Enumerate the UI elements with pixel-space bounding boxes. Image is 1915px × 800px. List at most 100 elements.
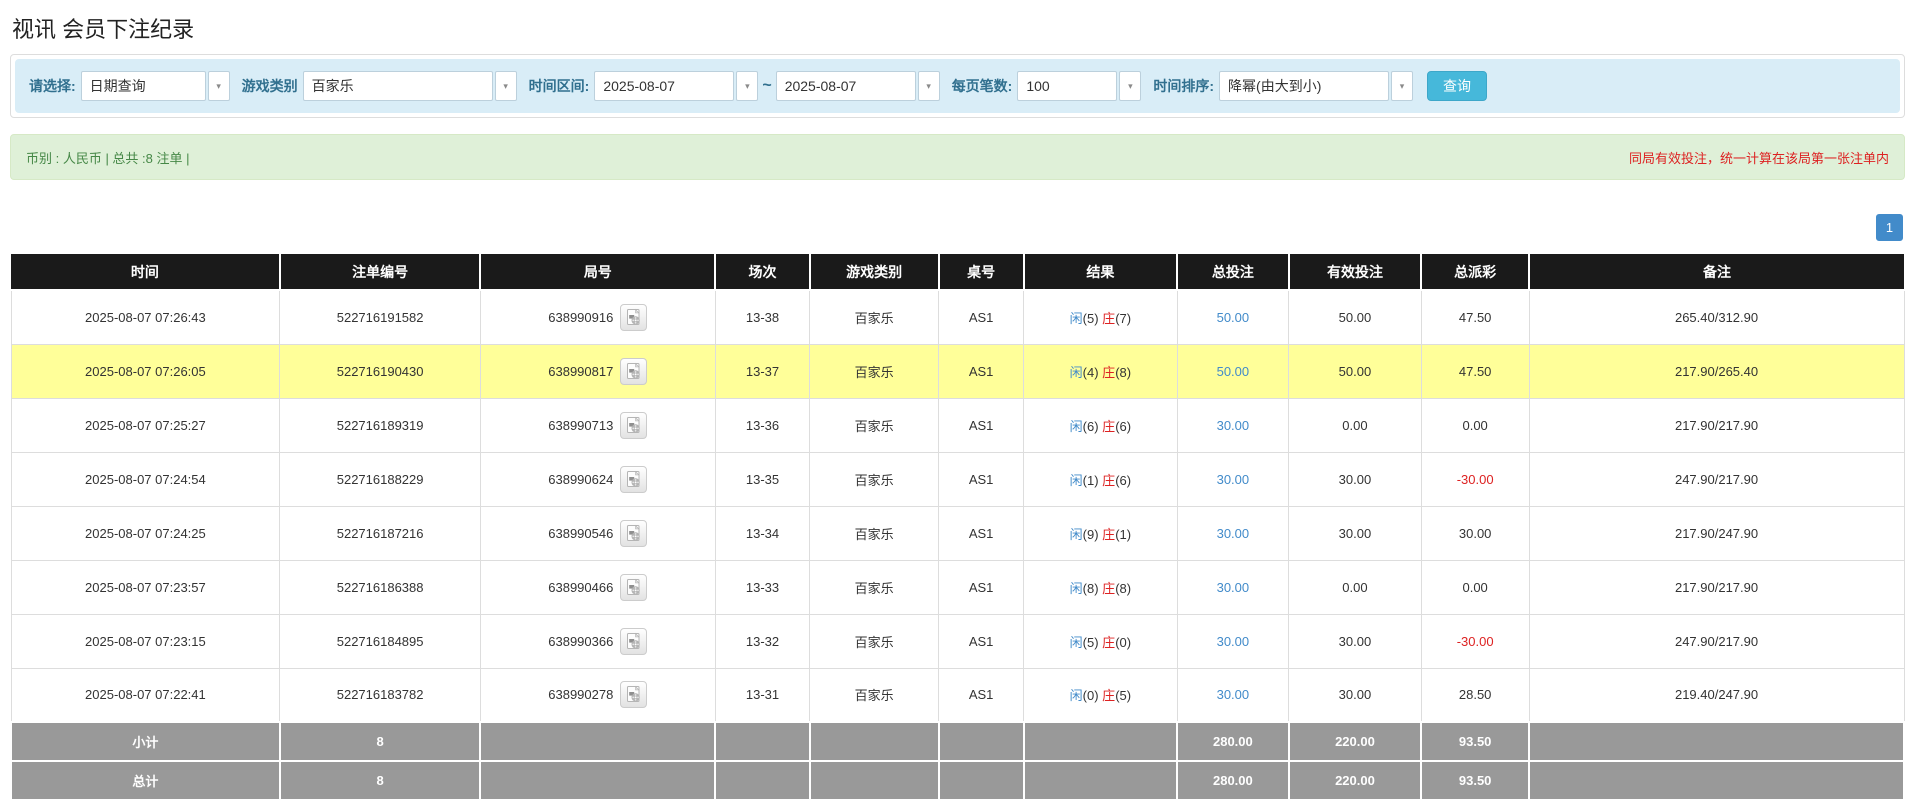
- table-no-cell: AS1: [939, 398, 1024, 452]
- round-cell: 638990546: [480, 506, 715, 560]
- pagination: 1: [10, 214, 1903, 241]
- search-button[interactable]: 查询: [1427, 71, 1487, 101]
- total-bet-link[interactable]: 50.00: [1217, 310, 1250, 325]
- column-header-game-type: 游戏类别: [810, 254, 939, 290]
- session-cell: 13-38: [715, 290, 810, 344]
- game-type-cell: 百家乐: [810, 506, 939, 560]
- chevron-down-icon[interactable]: ▾: [1119, 71, 1141, 101]
- date-from-combobox[interactable]: 2025-08-07 ▾: [594, 71, 758, 101]
- empty-cell: [1024, 761, 1177, 800]
- total-valid-bet: 220.00: [1289, 761, 1422, 800]
- page-size-combobox[interactable]: 100 ▾: [1017, 71, 1141, 101]
- round-cell: 638990466: [480, 560, 715, 614]
- column-header-payout: 总派彩: [1421, 254, 1529, 290]
- total-bet-link[interactable]: 30.00: [1217, 687, 1250, 702]
- chevron-down-icon[interactable]: ▾: [736, 71, 758, 101]
- total-bet-link[interactable]: 50.00: [1217, 364, 1250, 379]
- page-size-label: 每页笔数:: [952, 76, 1013, 96]
- total-label: 总计: [11, 761, 280, 800]
- result-banker-label: 庄: [1102, 473, 1115, 488]
- pagination-page-1[interactable]: 1: [1876, 214, 1903, 241]
- chevron-down-icon[interactable]: ▾: [495, 71, 517, 101]
- round-number: 638990624: [548, 472, 613, 487]
- time-sort-combobox[interactable]: 降幂(由大到小) ▾: [1219, 71, 1413, 101]
- game-type-label: 游戏类别: [242, 76, 298, 96]
- video-replay-icon[interactable]: [620, 574, 647, 601]
- chevron-down-icon[interactable]: ▾: [1391, 71, 1413, 101]
- total-bet-link[interactable]: 30.00: [1217, 580, 1250, 595]
- select-type-combobox[interactable]: 日期查询 ▾: [81, 71, 230, 101]
- session-cell: 13-32: [715, 614, 810, 668]
- video-replay-icon[interactable]: [620, 681, 647, 708]
- round-cell: 638990624: [480, 452, 715, 506]
- filter-bar: 请选择: 日期查询 ▾ 游戏类别 百家乐 ▾ 时间区间: 2025-08-07 …: [15, 59, 1900, 113]
- session-cell: 13-34: [715, 506, 810, 560]
- video-replay-icon[interactable]: [620, 520, 647, 547]
- page: 视讯 会员下注纪录 请选择: 日期查询 ▾ 游戏类别 百家乐 ▾ 时间区间: 2…: [0, 0, 1915, 800]
- game-type-combobox[interactable]: 百家乐 ▾: [303, 71, 517, 101]
- session-cell: 13-35: [715, 452, 810, 506]
- result-cell: 闲(0) 庄(5): [1024, 668, 1177, 722]
- table-no-cell: AS1: [939, 452, 1024, 506]
- round-wrap: 638990713: [548, 412, 647, 439]
- table-no-cell: AS1: [939, 560, 1024, 614]
- result-banker-score: (1): [1115, 527, 1131, 542]
- valid-bet-cell: 50.00: [1289, 290, 1422, 344]
- result-player-label: 闲: [1070, 688, 1083, 703]
- time-cell: 2025-08-07 07:24:25: [11, 506, 280, 560]
- empty-cell: [810, 761, 939, 800]
- subtotal-payout: 93.50: [1421, 722, 1529, 761]
- valid-bet-cell: 50.00: [1289, 344, 1422, 398]
- remark-cell: 217.90/265.40: [1529, 344, 1904, 398]
- table-row: 2025-08-07 07:24:25522716187216638990546…: [11, 506, 1904, 560]
- game-type-value[interactable]: 百家乐: [303, 71, 493, 101]
- chevron-down-icon[interactable]: ▾: [208, 71, 230, 101]
- total-bet-cell: 50.00: [1177, 290, 1289, 344]
- result-banker-score: (8): [1115, 365, 1131, 380]
- empty-cell: [1529, 722, 1904, 761]
- column-header-remark: 备注: [1529, 254, 1904, 290]
- result-banker-score: (5): [1115, 688, 1131, 703]
- round-cell: 638990366: [480, 614, 715, 668]
- time-cell: 2025-08-07 07:23:57: [11, 560, 280, 614]
- total-bet-link[interactable]: 30.00: [1217, 634, 1250, 649]
- date-from-value[interactable]: 2025-08-07: [594, 71, 734, 101]
- total-bet-link[interactable]: 30.00: [1217, 526, 1250, 541]
- round-cell: 638990713: [480, 398, 715, 452]
- table-no-cell: AS1: [939, 668, 1024, 722]
- subtotal-valid-bet: 220.00: [1289, 722, 1422, 761]
- bet-id-cell: 522716188229: [280, 452, 481, 506]
- video-replay-icon[interactable]: [620, 304, 647, 331]
- time-sort-value[interactable]: 降幂(由大到小): [1219, 71, 1389, 101]
- total-bet-link[interactable]: 30.00: [1217, 418, 1250, 433]
- remark-cell: 219.40/247.90: [1529, 668, 1904, 722]
- video-replay-icon[interactable]: [620, 628, 647, 655]
- subtotal-total-bet: 280.00: [1177, 722, 1289, 761]
- result-player-label: 闲: [1070, 311, 1083, 326]
- select-type-value[interactable]: 日期查询: [81, 71, 206, 101]
- valid-bet-cell: 0.00: [1289, 398, 1422, 452]
- result-banker-label: 庄: [1102, 419, 1115, 434]
- payout-cell: 0.00: [1421, 560, 1529, 614]
- total-bet-link[interactable]: 30.00: [1217, 472, 1250, 487]
- round-number: 638990278: [548, 687, 613, 702]
- table-row: 2025-08-07 07:23:57522716186388638990466…: [11, 560, 1904, 614]
- video-replay-icon[interactable]: [620, 412, 647, 439]
- date-to-value[interactable]: 2025-08-07: [776, 71, 916, 101]
- empty-cell: [480, 761, 715, 800]
- date-to-combobox[interactable]: 2025-08-07 ▾: [776, 71, 940, 101]
- result-cell: 闲(5) 庄(0): [1024, 614, 1177, 668]
- page-size-value[interactable]: 100: [1017, 71, 1117, 101]
- video-replay-icon[interactable]: [620, 466, 647, 493]
- round-wrap: 638990916: [548, 304, 647, 331]
- game-type-cell: 百家乐: [810, 452, 939, 506]
- valid-bet-note: 同局有效投注，统一计算在该局第一张注单内: [1629, 148, 1889, 167]
- chevron-down-icon[interactable]: ▾: [918, 71, 940, 101]
- round-wrap: 638990366: [548, 628, 647, 655]
- time-cell: 2025-08-07 07:26:43: [11, 290, 280, 344]
- result-player-score: (9): [1083, 527, 1099, 542]
- remark-cell: 217.90/217.90: [1529, 560, 1904, 614]
- video-replay-icon[interactable]: [620, 358, 647, 385]
- round-number: 638990713: [548, 418, 613, 433]
- payout-cell: -30.00: [1421, 452, 1529, 506]
